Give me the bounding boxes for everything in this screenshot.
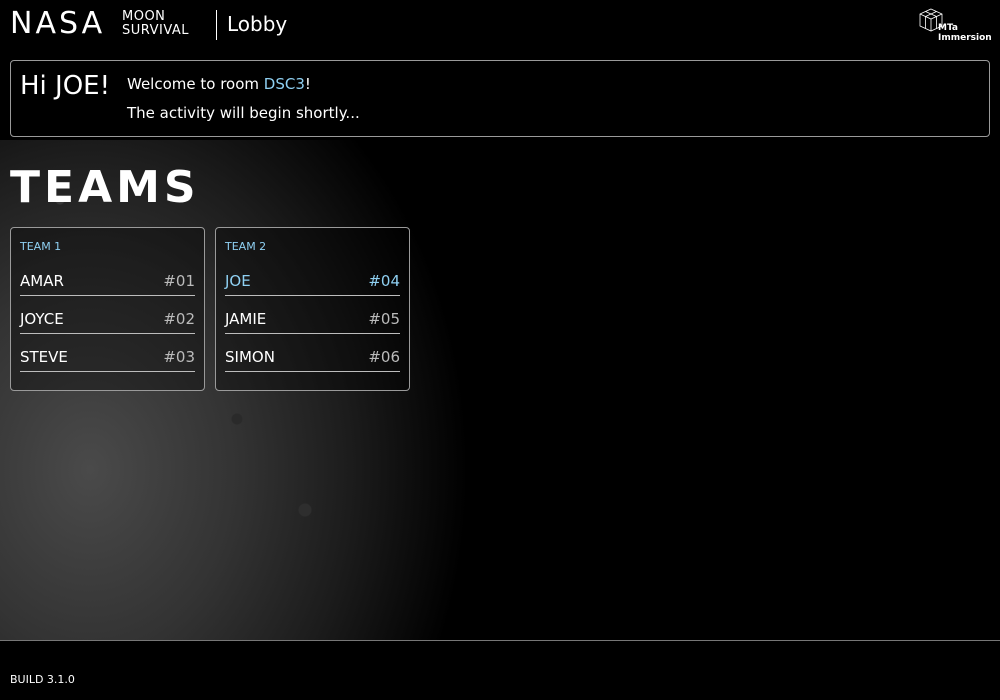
room-code: DSC3 <box>263 75 305 93</box>
team-member-row-current-user: JOE #04 <box>225 266 400 296</box>
team-member-row: SIMON #06 <box>225 342 400 372</box>
app-header: NASA MOON SURVIVAL Lobby MTa Immersion <box>0 0 1000 56</box>
page-title: Lobby <box>227 12 288 36</box>
team-member-row: AMAR #01 <box>20 266 195 296</box>
nasa-logo: NASA <box>10 6 106 41</box>
mta-immersion-logo: MTa Immersion <box>918 8 992 43</box>
team-member-row: JAMIE #05 <box>225 304 400 334</box>
team-member-row: STEVE #03 <box>20 342 195 372</box>
member-name: AMAR <box>20 272 64 290</box>
moon-survival-logo: MOON SURVIVAL <box>122 10 208 38</box>
team-name: TEAM 2 <box>225 240 267 253</box>
member-name: JAMIE <box>225 310 267 328</box>
teams-heading: TEAMS <box>10 162 200 213</box>
footer: BUILD 3.1.0 <box>0 640 1000 700</box>
brand-name-line1: MTa <box>938 23 959 33</box>
team-card-2: TEAM 2 JOE #04 JAMIE #05 SIMON #06 <box>215 227 410 391</box>
welcome-suffix: ! <box>304 75 311 93</box>
logo-moon-text: MOON <box>122 9 166 24</box>
welcome-panel: Hi JOE! Welcome to room DSC3! The activi… <box>10 60 990 137</box>
member-number: #04 <box>368 272 400 290</box>
team-member-row: JOYCE #02 <box>20 304 195 334</box>
welcome-message: Welcome to room DSC3! <box>127 75 311 93</box>
brand-name-line2: Immersion <box>938 33 992 43</box>
member-name: SIMON <box>225 348 275 366</box>
member-number: #06 <box>368 348 400 366</box>
logo-survival-text: SURVIVAL <box>122 23 190 38</box>
member-name: STEVE <box>20 348 68 366</box>
team-card-1: TEAM 1 AMAR #01 JOYCE #02 STEVE #03 <box>10 227 205 391</box>
build-version: BUILD 3.1.0 <box>10 673 75 686</box>
team-name: TEAM 1 <box>20 240 62 253</box>
member-number: #02 <box>163 310 195 328</box>
member-number: #03 <box>163 348 195 366</box>
user-greeting: Hi JOE! <box>20 71 111 101</box>
header-divider <box>216 10 217 40</box>
activity-status: The activity will begin shortly... <box>127 104 360 122</box>
member-name: JOE <box>225 272 251 290</box>
member-number: #01 <box>163 272 195 290</box>
member-name: JOYCE <box>20 310 64 328</box>
member-number: #05 <box>368 310 400 328</box>
welcome-prefix: Welcome to room <box>127 75 264 93</box>
